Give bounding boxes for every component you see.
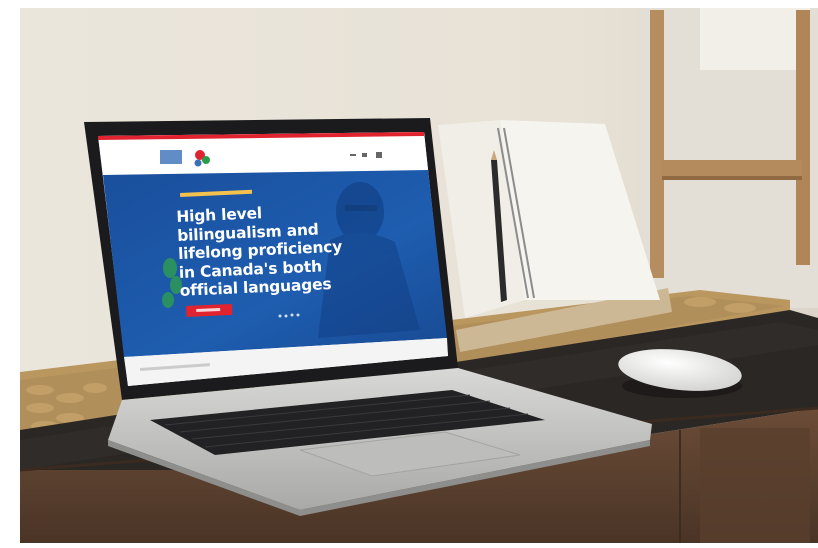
photo-drawing	[19, 8, 818, 543]
ladder-rung	[662, 160, 802, 178]
ladder-post-right	[796, 10, 810, 265]
desk-drawer	[700, 428, 810, 543]
ladder-post-left	[650, 10, 664, 278]
site-headline: High level bilingualism and lifelong pro…	[176, 201, 342, 301]
window-pane	[700, 8, 810, 70]
photo-scene: High level bilingualism and lifelong pro…	[0, 0, 818, 543]
ladder-rung-shadow	[662, 176, 802, 180]
